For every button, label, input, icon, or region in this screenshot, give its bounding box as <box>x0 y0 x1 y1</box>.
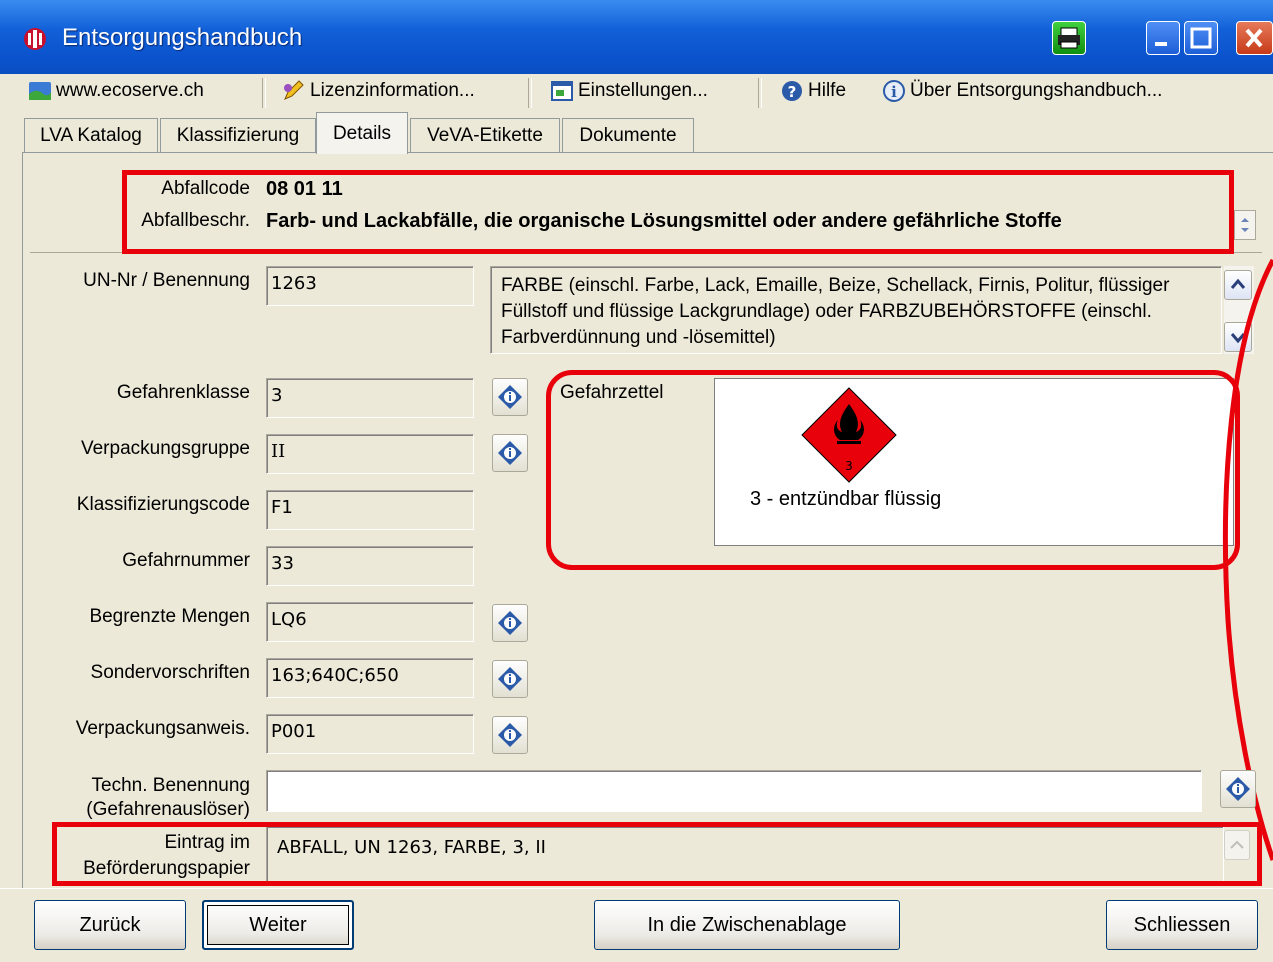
technical-name-label: Techn. Benennung (Gefahrenauslöser) <box>30 774 250 822</box>
settings-label: Einstellungen... <box>578 80 708 101</box>
highlight-transport-entry <box>52 822 1262 886</box>
limited-quantities-field[interactable]: LQ6 <box>266 602 474 642</box>
help-button[interactable]: ? Hilfe <box>780 76 846 106</box>
un-number-field[interactable]: 1263 <box>266 266 474 306</box>
close-button[interactable] <box>1236 21 1273 55</box>
help-label: Hilfe <box>808 80 847 101</box>
back-button[interactable]: Zurück <box>34 900 186 950</box>
hazard-class-info-button[interactable] <box>492 378 528 416</box>
help-icon: ? <box>782 81 802 101</box>
hazard-class-label: Gefahrenklasse <box>116 382 250 403</box>
tab-lva-katalog[interactable]: LVA Katalog <box>24 118 158 152</box>
description-spinner[interactable] <box>1234 210 1256 240</box>
packing-instruction-label: Verpackungsanweis. <box>75 718 250 739</box>
hazard-number-label: Gefahrnummer <box>122 550 250 571</box>
close-dialog-button[interactable]: Schliessen <box>1106 900 1258 950</box>
info-diamond-icon <box>1226 777 1250 801</box>
special-provisions-label: Sondervorschriften <box>90 662 250 683</box>
website-link[interactable]: www.ecoserve.ch <box>28 76 204 106</box>
limited-quantities-label: Begrenzte Mengen <box>89 606 250 627</box>
maximize-button[interactable] <box>1184 21 1218 55</box>
svg-text:?: ? <box>788 83 797 101</box>
special-provisions-info-button[interactable] <box>492 660 528 698</box>
license-button[interactable]: Lizenzinformation... <box>282 76 475 106</box>
packing-instruction-field[interactable]: P001 <box>266 714 474 754</box>
info-icon: i <box>883 80 905 102</box>
packing-group-label: Verpackungsgruppe <box>80 438 250 459</box>
un-number-label: UN-Nr / Benennung <box>83 270 250 291</box>
highlight-hazard-label <box>546 370 1240 570</box>
highlight-header <box>122 170 1234 254</box>
spinner-arrows-icon <box>1241 218 1249 232</box>
next-button[interactable]: Weiter <box>202 900 354 950</box>
window-title: Entsorgungshandbuch <box>62 24 303 51</box>
settings-button[interactable]: Einstellungen... <box>550 76 708 106</box>
technical-name-field[interactable] <box>266 770 1202 812</box>
tab-dokumente[interactable]: Dokumente <box>562 118 694 152</box>
about-button[interactable]: i Über Entsorgungshandbuch... <box>882 76 1162 106</box>
minimize-icon <box>1155 42 1167 46</box>
hazard-class-field[interactable]: 3 <box>266 378 474 418</box>
technical-name-label-line2: (Gefahrenauslöser) <box>86 799 250 820</box>
toolbar-divider <box>528 78 532 108</box>
classification-code-field[interactable]: F1 <box>266 490 474 530</box>
technical-name-label-line1: Techn. Benennung <box>91 775 250 796</box>
app-icon <box>22 26 48 52</box>
technical-name-info-button[interactable] <box>1220 770 1256 808</box>
toolbar-divider <box>262 78 266 108</box>
settings-icon <box>551 81 573 101</box>
limited-quantities-info-button[interactable] <box>492 604 528 642</box>
printer-icon <box>1058 27 1080 49</box>
website-label: www.ecoserve.ch <box>56 80 204 101</box>
maximize-icon <box>1190 27 1212 49</box>
copy-to-clipboard-button[interactable]: In die Zwischenablage <box>594 900 900 950</box>
classification-code-label: Klassifizierungscode <box>76 494 250 515</box>
svg-text:i: i <box>891 83 897 101</box>
globe-icon <box>29 82 51 100</box>
tab-veva-etikette[interactable]: VeVA-Etikette <box>410 118 560 152</box>
pencil-icon <box>284 80 304 100</box>
tab-details[interactable]: Details <box>316 112 408 154</box>
info-diamond-icon <box>498 723 522 747</box>
info-diamond-icon <box>498 385 522 409</box>
packing-instruction-info-button[interactable] <box>492 716 528 754</box>
packing-group-field[interactable]: II <box>266 434 474 474</box>
tab-klassifizierung[interactable]: Klassifizierung <box>160 118 316 152</box>
special-provisions-field[interactable]: 163;640C;650 <box>266 658 474 698</box>
un-description-field[interactable]: FARBE (einschl. Farbe, Lack, Emaille, Be… <box>490 266 1222 354</box>
info-diamond-icon <box>498 611 522 635</box>
license-label: Lizenzinformation... <box>310 80 475 101</box>
info-diamond-icon <box>498 441 522 465</box>
info-diamond-icon <box>498 667 522 691</box>
about-label: Über Entsorgungshandbuch... <box>910 80 1163 101</box>
print-button[interactable] <box>1052 21 1086 55</box>
packing-group-info-button[interactable] <box>492 434 528 472</box>
close-icon <box>1245 28 1263 48</box>
minimize-button[interactable] <box>1146 21 1180 55</box>
hazard-number-field[interactable]: 33 <box>266 546 474 586</box>
toolbar-divider <box>758 78 762 108</box>
